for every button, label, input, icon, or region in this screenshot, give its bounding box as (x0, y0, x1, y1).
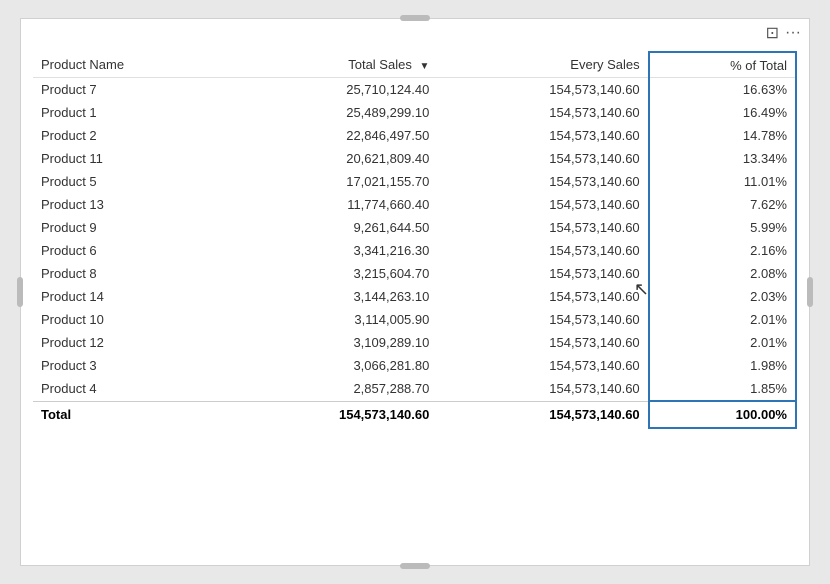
table-row: Product 1120,621,809.40154,573,140.6013.… (33, 147, 796, 170)
table-row: Product 42,857,288.70154,573,140.601.85% (33, 377, 796, 401)
cell-every-sales: 154,573,140.60 (437, 216, 648, 239)
table-container: Product Name Total Sales ▼ Every Sales %… (21, 47, 809, 565)
table-header-row: Product Name Total Sales ▼ Every Sales %… (33, 52, 796, 78)
right-resize-handle[interactable] (807, 277, 813, 307)
cell-product: Product 5 (33, 170, 228, 193)
top-resize-handle[interactable] (400, 15, 430, 21)
table-row: Product 725,710,124.40154,573,140.6016.6… (33, 78, 796, 102)
col-header-product: Product Name (33, 52, 228, 78)
cell-total-sales: 20,621,809.40 (228, 147, 437, 170)
cell-every-sales: 154,573,140.60 (437, 193, 648, 216)
cell-every-sales: 154,573,140.60 (437, 239, 648, 262)
cell-pct: 16.49% (649, 101, 796, 124)
left-resize-handle[interactable] (17, 277, 23, 307)
sales-table: Product Name Total Sales ▼ Every Sales %… (33, 51, 797, 429)
cell-product: Product 12 (33, 331, 228, 354)
cell-every-sales: 154,573,140.60 (437, 331, 648, 354)
footer-label: Total (33, 401, 228, 428)
cell-product: Product 9 (33, 216, 228, 239)
cell-total-sales: 25,489,299.10 (228, 101, 437, 124)
cell-total-sales: 3,114,005.90 (228, 308, 437, 331)
footer-every-sales: 154,573,140.60 (437, 401, 648, 428)
cell-product: Product 4 (33, 377, 228, 401)
cell-total-sales: 3,341,216.30 (228, 239, 437, 262)
cell-product: Product 10 (33, 308, 228, 331)
col-header-total-sales[interactable]: Total Sales ▼ (228, 52, 437, 78)
cell-total-sales: 25,710,124.40 (228, 78, 437, 102)
table-footer: Total 154,573,140.60 154,573,140.60 100.… (33, 401, 796, 428)
cell-pct: 16.63% (649, 78, 796, 102)
cell-every-sales: 154,573,140.60 (437, 101, 648, 124)
cell-pct: 2.03% (649, 285, 796, 308)
cell-every-sales: 154,573,140.60 (437, 308, 648, 331)
panel-toolbar: ⊡ ··· (21, 19, 809, 47)
cell-total-sales: 3,109,289.10 (228, 331, 437, 354)
cell-pct: 13.34% (649, 147, 796, 170)
col-header-pct: % of Total (649, 52, 796, 78)
cell-pct: 2.16% (649, 239, 796, 262)
cell-total-sales: 17,021,155.70 (228, 170, 437, 193)
cell-pct: 1.85% (649, 377, 796, 401)
table-row: Product 143,144,263.10154,573,140.602.03… (33, 285, 796, 308)
cell-product: Product 3 (33, 354, 228, 377)
cell-every-sales: 154,573,140.60 (437, 377, 648, 401)
cell-total-sales: 22,846,497.50 (228, 124, 437, 147)
table-row: Product 125,489,299.10154,573,140.6016.4… (33, 101, 796, 124)
footer-pct: 100.00% (649, 401, 796, 428)
cell-product: Product 8 (33, 262, 228, 285)
table-row: Product 1311,774,660.40154,573,140.607.6… (33, 193, 796, 216)
table-body: Product 725,710,124.40154,573,140.6016.6… (33, 78, 796, 402)
cell-every-sales: 154,573,140.60 (437, 262, 648, 285)
expand-icon[interactable]: ⊡ (766, 23, 779, 43)
table-row: Product 63,341,216.30154,573,140.602.16% (33, 239, 796, 262)
cell-every-sales: 154,573,140.60 (437, 147, 648, 170)
cell-total-sales: 2,857,288.70 (228, 377, 437, 401)
main-panel: ⊡ ··· Product Name Total Sales ▼ Every S… (20, 18, 810, 566)
cell-product: Product 2 (33, 124, 228, 147)
cell-product: Product 11 (33, 147, 228, 170)
cell-pct: 7.62% (649, 193, 796, 216)
cell-every-sales: 154,573,140.60 (437, 124, 648, 147)
footer-total-sales: 154,573,140.60 (228, 401, 437, 428)
footer-row: Total 154,573,140.60 154,573,140.60 100.… (33, 401, 796, 428)
cell-pct: 2.08% (649, 262, 796, 285)
cell-product: Product 6 (33, 239, 228, 262)
cell-pct: 2.01% (649, 331, 796, 354)
table-row: Product 222,846,497.50154,573,140.6014.7… (33, 124, 796, 147)
table-row: Product 99,261,644.50154,573,140.605.99% (33, 216, 796, 239)
cell-pct: 14.78% (649, 124, 796, 147)
sort-desc-icon: ▼ (419, 61, 429, 72)
cell-pct: 11.01% (649, 170, 796, 193)
cell-pct: 2.01% (649, 308, 796, 331)
table-row: Product 517,021,155.70154,573,140.6011.0… (33, 170, 796, 193)
col-header-every-sales: Every Sales (437, 52, 648, 78)
cell-total-sales: 3,215,604.70 (228, 262, 437, 285)
cell-pct: 1.98% (649, 354, 796, 377)
cell-every-sales: 154,573,140.60 (437, 354, 648, 377)
table-row: Product 33,066,281.80154,573,140.601.98% (33, 354, 796, 377)
table-row: Product 103,114,005.90154,573,140.602.01… (33, 308, 796, 331)
cell-product: Product 13 (33, 193, 228, 216)
table-row: Product 83,215,604.70154,573,140.602.08% (33, 262, 796, 285)
cell-total-sales: 9,261,644.50 (228, 216, 437, 239)
cell-pct: 5.99% (649, 216, 796, 239)
table-row: Product 123,109,289.10154,573,140.602.01… (33, 331, 796, 354)
bottom-resize-handle[interactable] (400, 563, 430, 569)
cell-product: Product 14 (33, 285, 228, 308)
cell-every-sales: 154,573,140.60 (437, 170, 648, 193)
cell-product: Product 7 (33, 78, 228, 102)
cell-total-sales: 11,774,660.40 (228, 193, 437, 216)
cell-every-sales: 154,573,140.60 (437, 285, 648, 308)
cell-total-sales: 3,066,281.80 (228, 354, 437, 377)
more-options-icon[interactable]: ··· (785, 24, 801, 42)
cell-total-sales: 3,144,263.10 (228, 285, 437, 308)
cell-product: Product 1 (33, 101, 228, 124)
cell-every-sales: 154,573,140.60 (437, 78, 648, 102)
